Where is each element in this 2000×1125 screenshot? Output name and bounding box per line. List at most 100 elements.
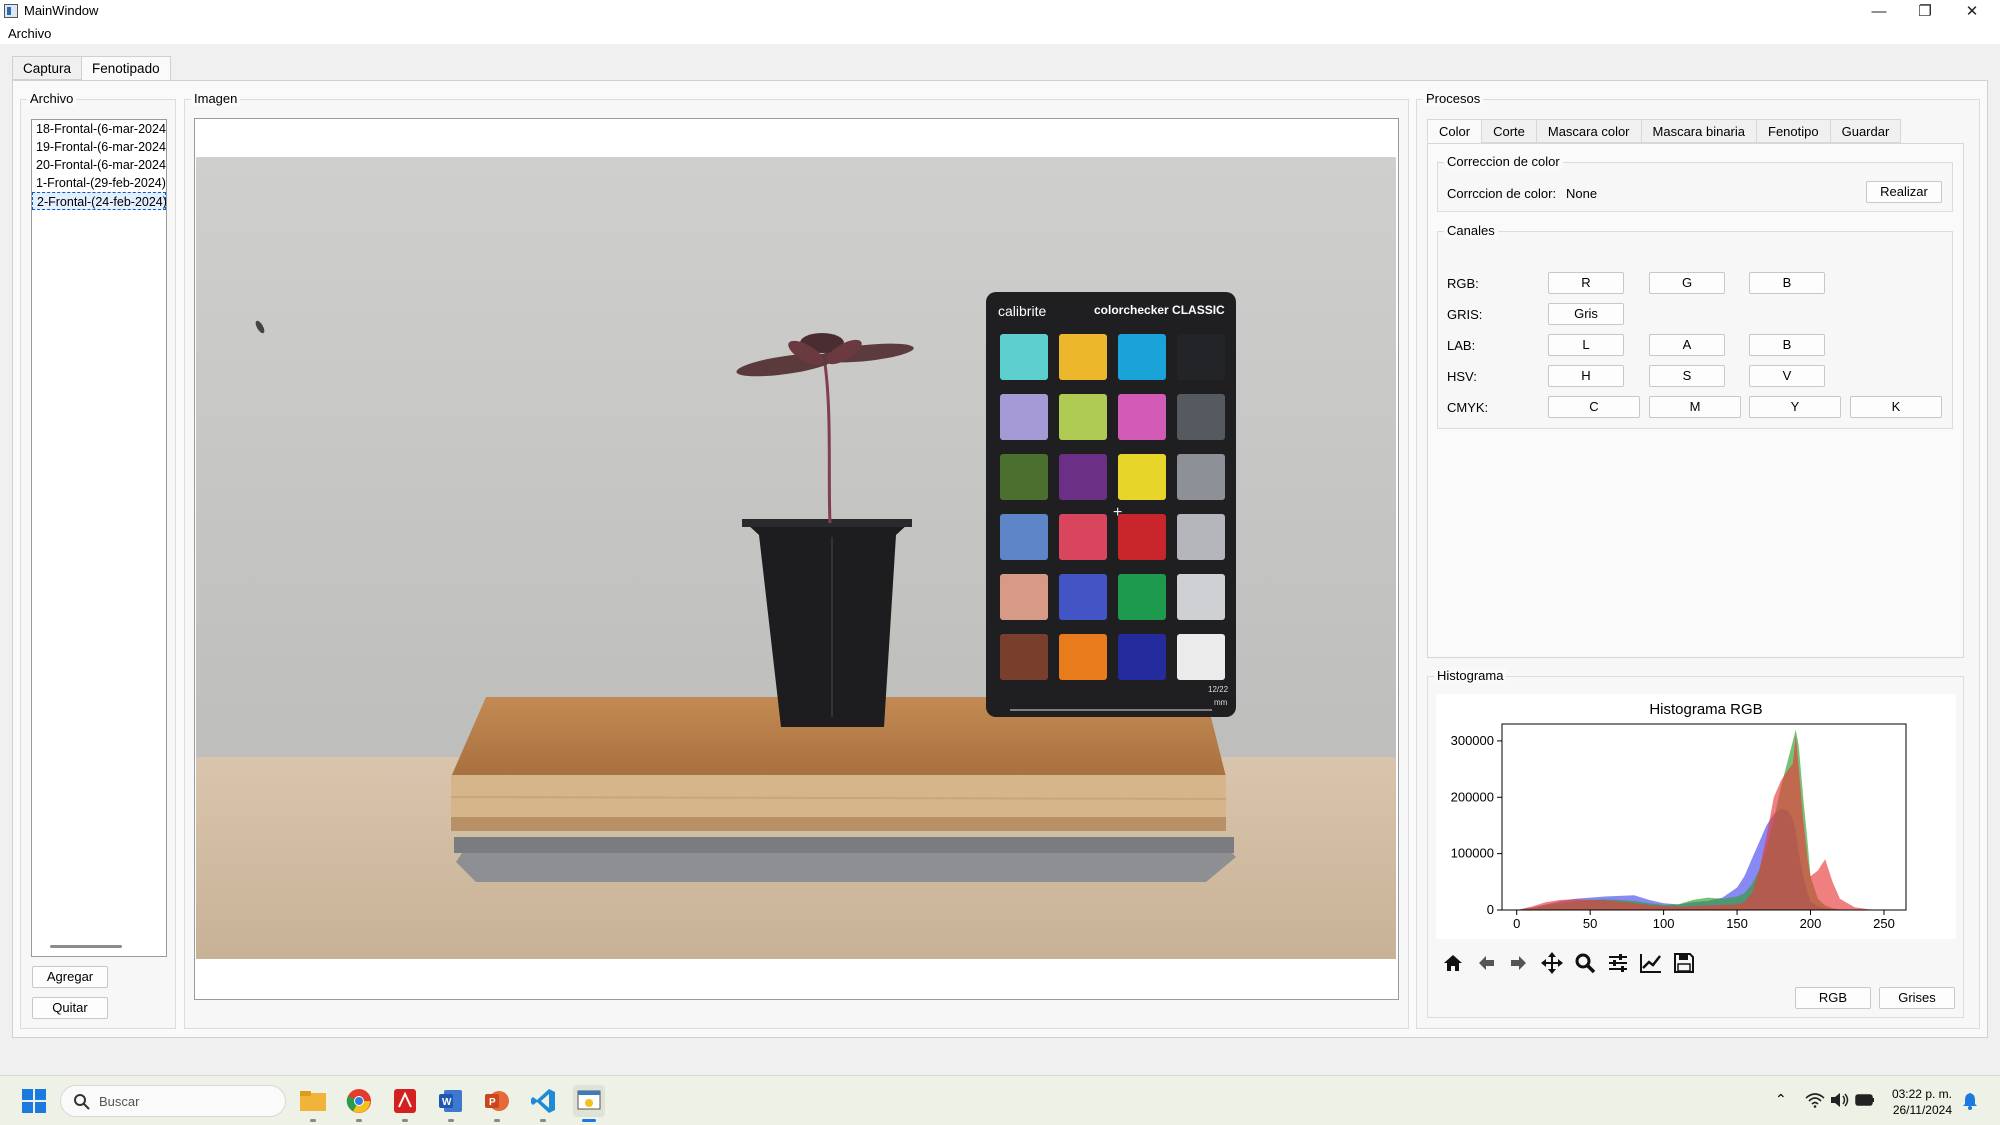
- color-swatch: [1000, 394, 1048, 440]
- powerpoint-icon[interactable]: P: [481, 1085, 513, 1122]
- color-swatch: [1177, 454, 1225, 500]
- tab-fenotipado[interactable]: Fenotipado: [81, 56, 171, 81]
- hist-grises-button[interactable]: Grises: [1879, 987, 1955, 1009]
- chevron-up-icon[interactable]: ⌃: [1775, 1091, 1787, 1108]
- tab-captura[interactable]: Captura: [12, 56, 83, 80]
- y-tick-label: 300000: [1451, 733, 1494, 748]
- notification-bell-icon[interactable]: [1962, 1092, 1978, 1110]
- tab-mascara-binaria[interactable]: Mascara binaria: [1640, 119, 1758, 143]
- procesos-tab-bar: Color Corte Mascara color Mascara binari…: [1427, 119, 1902, 143]
- channel-m-button[interactable]: M: [1649, 396, 1741, 418]
- tab-guardar[interactable]: Guardar: [1829, 119, 1902, 143]
- vscode-icon[interactable]: [527, 1085, 559, 1122]
- gris-label: GRIS:: [1447, 307, 1483, 322]
- file-item[interactable]: 1-Frontal-(29-feb-2024): [32, 174, 166, 192]
- svg-text:W: W: [442, 1097, 452, 1108]
- hist-rgb-button[interactable]: RGB: [1795, 987, 1871, 1009]
- menu-bar: Archivo: [0, 22, 2000, 44]
- add-file-button[interactable]: Agregar: [32, 966, 108, 988]
- home-icon[interactable]: [1440, 950, 1466, 976]
- hsv-label: HSV:: [1447, 369, 1477, 384]
- histogram-chart[interactable]: Histograma RGB 0 50 100 150 200 250 0 100000 20…: [1436, 694, 1956, 939]
- restore-button[interactable]: ❐: [1902, 0, 1948, 22]
- channel-y-button[interactable]: Y: [1749, 396, 1841, 418]
- file-item-selected[interactable]: 2-Frontal-(24-feb-2024): [32, 192, 166, 210]
- search-placeholder: Buscar: [99, 1094, 140, 1109]
- file-list[interactable]: 18-Frontal-(6-mar-2024) 19-Frontal-(6-ma…: [31, 119, 167, 957]
- archivo-group-title: Archivo: [27, 91, 77, 106]
- color-swatch: [1059, 634, 1107, 680]
- correccion-group-title: Correccion de color: [1444, 154, 1563, 169]
- channel-h-button[interactable]: H: [1548, 365, 1624, 387]
- channel-a-button[interactable]: A: [1649, 334, 1725, 356]
- channel-l-button[interactable]: L: [1548, 334, 1624, 356]
- taskbar-search[interactable]: Buscar: [60, 1085, 286, 1117]
- close-button[interactable]: ✕: [1949, 0, 1995, 22]
- acrobat-icon[interactable]: [389, 1085, 421, 1122]
- chrome-icon[interactable]: [343, 1085, 375, 1122]
- window-title: MainWindow: [24, 3, 99, 18]
- svg-text:+: +: [1113, 504, 1122, 521]
- menu-archivo[interactable]: Archivo: [8, 26, 51, 41]
- channel-s-button[interactable]: S: [1649, 365, 1725, 387]
- channel-k-button[interactable]: K: [1850, 396, 1942, 418]
- file-list-scrollbar[interactable]: [50, 945, 122, 948]
- channel-b-button[interactable]: B: [1749, 272, 1825, 294]
- zoom-icon[interactable]: [1572, 950, 1598, 976]
- y-tick-label: 200000: [1451, 789, 1494, 804]
- volume-icon[interactable]: [1830, 1092, 1850, 1108]
- plot-frame: [1501, 723, 1907, 911]
- file-item[interactable]: 18-Frontal-(6-mar-2024): [32, 120, 166, 138]
- battery-icon[interactable]: [1855, 1093, 1875, 1107]
- tab-fenotipo[interactable]: Fenotipo: [1756, 119, 1831, 143]
- edit-axis-icon[interactable]: [1638, 950, 1664, 976]
- svg-text:12/22: 12/22: [1208, 685, 1229, 694]
- color-swatch: [1177, 394, 1225, 440]
- channel-lab-b-button[interactable]: B: [1749, 334, 1825, 356]
- svg-text:mm: mm: [1214, 698, 1228, 707]
- minimize-button[interactable]: —: [1856, 0, 1902, 22]
- save-icon[interactable]: [1671, 950, 1697, 976]
- clock-time: 03:22 p. m.: [1891, 1087, 1952, 1101]
- realizar-button[interactable]: Realizar: [1866, 181, 1942, 203]
- channel-r-button[interactable]: R: [1548, 272, 1624, 294]
- color-swatch: [1000, 574, 1048, 620]
- forward-icon[interactable]: [1506, 950, 1532, 976]
- taskbar-clock[interactable]: 03:22 p. m. 26/11/2024: [1892, 1086, 1952, 1118]
- tab-color[interactable]: Color: [1427, 119, 1483, 143]
- taskbar: Buscar W P ⌃ 03:22 p. m. 26/11/2024: [0, 1075, 2000, 1125]
- x-tick-label: 150: [1726, 916, 1748, 931]
- channel-v-button[interactable]: V: [1749, 365, 1825, 387]
- python-app-icon[interactable]: [573, 1085, 605, 1122]
- channel-c-button[interactable]: C: [1548, 396, 1640, 418]
- back-icon[interactable]: [1473, 950, 1499, 976]
- channel-g-button[interactable]: G: [1649, 272, 1725, 294]
- main-tab-bar: Captura Fenotipado: [12, 56, 171, 81]
- color-swatch: [1118, 514, 1166, 560]
- word-icon[interactable]: W: [435, 1085, 467, 1122]
- color-swatch: [1000, 634, 1048, 680]
- y-tick-label: 0: [1487, 902, 1494, 917]
- lab-label: LAB:: [1447, 338, 1476, 353]
- pan-icon[interactable]: [1539, 950, 1565, 976]
- file-item[interactable]: 20-Frontal-(6-mar-2024): [32, 156, 166, 174]
- color-swatch: [1000, 514, 1048, 560]
- remove-file-button[interactable]: Quitar: [32, 997, 108, 1019]
- x-tick-label: 0: [1513, 916, 1520, 931]
- tab-mascara-color[interactable]: Mascara color: [1535, 119, 1642, 143]
- color-swatch: [1000, 454, 1048, 500]
- file-item[interactable]: 19-Frontal-(6-mar-2024): [32, 138, 166, 156]
- color-swatch: [1059, 394, 1107, 440]
- start-button[interactable]: [18, 1085, 50, 1117]
- x-tick-label: 100: [1653, 916, 1675, 931]
- file-explorer-icon[interactable]: [297, 1085, 329, 1122]
- svg-text:colorchecker CLASSIC: colorchecker CLASSIC: [1094, 303, 1225, 317]
- channel-gris-button[interactable]: Gris: [1548, 303, 1624, 325]
- histogram-svg: Histograma RGB 0 50 100 150 200 250 0 100000 20…: [1451, 701, 1907, 931]
- color-swatch: [1059, 574, 1107, 620]
- color-swatch: [1059, 514, 1107, 560]
- configure-subplots-icon[interactable]: [1605, 950, 1631, 976]
- plant-photo[interactable]: calibrite colorchecker CLASSIC 12/22 mm …: [196, 157, 1396, 959]
- wifi-icon[interactable]: [1805, 1092, 1825, 1108]
- tab-corte[interactable]: Corte: [1481, 119, 1537, 143]
